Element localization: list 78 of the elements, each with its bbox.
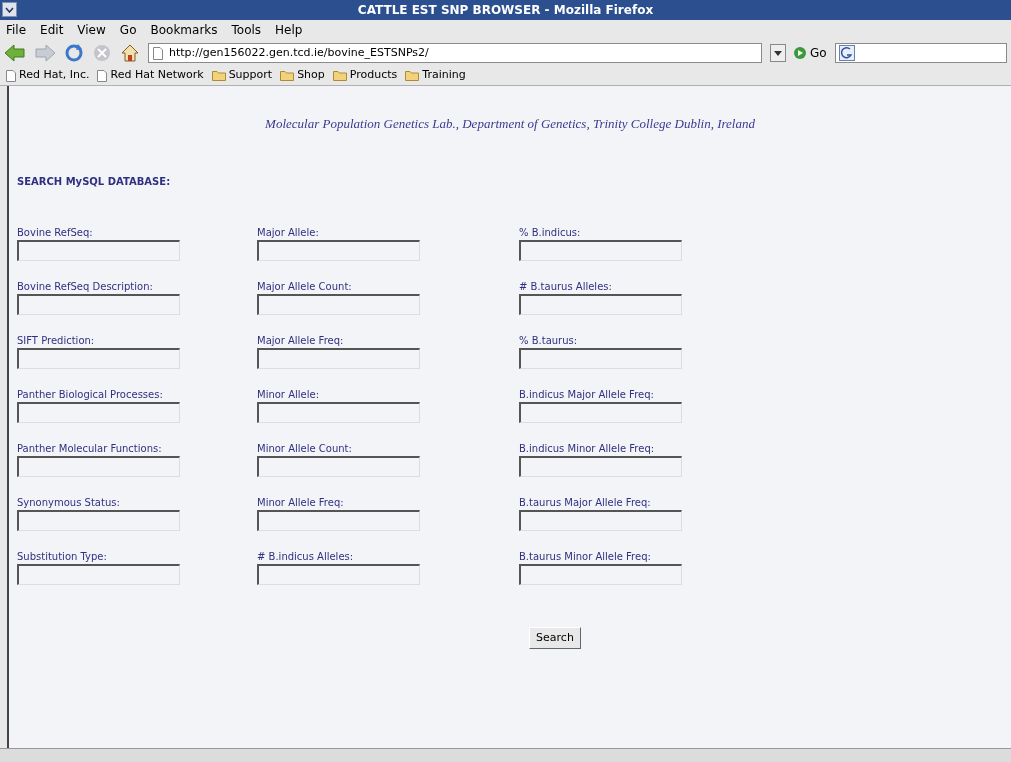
back-arrow-icon[interactable] (4, 44, 26, 62)
menu-item[interactable]: Tools (231, 21, 262, 39)
field-label: Minor Allele: (257, 387, 319, 402)
reload-icon[interactable] (64, 43, 84, 63)
input-field[interactable] (17, 455, 180, 477)
field-label: Minor Allele Count: (257, 441, 352, 456)
folder-icon (211, 70, 226, 81)
dropdown-button[interactable] (770, 44, 786, 62)
input-field[interactable] (17, 509, 180, 531)
field-label: # B.indicus Alleles: (257, 549, 354, 564)
folder-icon (405, 70, 420, 81)
menu-item[interactable]: Edit (40, 21, 64, 39)
window-menu-button[interactable] (2, 2, 17, 17)
address-field[interactable]: http://gen156022.gen.tcd.ie/bovine_ESTSNPs2/ (148, 43, 762, 63)
field-label: Synonymous Status: (17, 495, 120, 510)
caret-icon (5, 6, 14, 13)
field-label: B.indicus Major Allele Freq: (519, 387, 654, 402)
bookmark-item[interactable]: Support (211, 67, 273, 84)
input-field[interactable] (257, 293, 420, 315)
input-field[interactable] (519, 509, 682, 531)
input-field[interactable] (17, 563, 180, 585)
input-field[interactable] (257, 347, 420, 369)
bookmark-item[interactable]: Shop (280, 67, 325, 84)
field-label: % B.indicus: (519, 225, 581, 240)
input-field[interactable] (519, 239, 682, 261)
field-label: % B.taurus: (519, 333, 578, 348)
search-button[interactable]: Search (529, 626, 581, 649)
menu-item[interactable]: Go (119, 21, 137, 39)
input-field[interactable] (257, 455, 420, 477)
input-field[interactable] (257, 239, 420, 261)
input-field[interactable] (519, 401, 682, 423)
input-field[interactable] (17, 293, 180, 315)
input-field[interactable] (519, 293, 682, 315)
input-field[interactable] (17, 239, 180, 261)
caret-icon (774, 50, 782, 56)
field-label: Bovine RefSeq Description: (17, 279, 153, 294)
field-label: Major Allele: (257, 225, 319, 240)
field-label: B.taurus Major Allele Freq: (519, 495, 651, 510)
input-field[interactable] (519, 563, 682, 585)
field-label: B.indicus Minor Allele Freq: (519, 441, 655, 456)
page-icon (153, 46, 163, 60)
search-field[interactable] (834, 43, 1007, 63)
search-engine-icon (838, 45, 855, 61)
menu-item[interactable]: Help (275, 21, 303, 39)
menu-item[interactable]: View (77, 21, 106, 39)
field-label: Panther Molecular Functions: (17, 441, 162, 456)
home-icon[interactable] (120, 43, 140, 63)
input-field[interactable] (257, 509, 420, 531)
bookmark-item[interactable]: Products (332, 67, 398, 84)
menu-item[interactable]: Bookmarks (150, 21, 218, 39)
window-title: CATTLE EST SNP BROWSER - Mozilla Firefox (357, 2, 654, 19)
input-field[interactable] (17, 401, 180, 423)
bookmark-item[interactable]: Red Hat, Inc. (6, 67, 90, 84)
folder-icon (332, 70, 347, 81)
page-icon (97, 69, 108, 82)
field-label: Panther Biological Processes: (17, 387, 163, 402)
input-field[interactable] (17, 347, 180, 369)
folder-icon (280, 70, 295, 81)
url-text: http://gen156022.gen.tcd.ie/bovine_ESTSNPs2/ (169, 44, 429, 61)
section-heading: SEARCH MySQL DATABASE: (17, 174, 171, 189)
field-label: B.taurus Minor Allele Freq: (519, 549, 651, 564)
field-label: # B.taurus Alleles: (519, 279, 612, 294)
lab-header: Molecular Population Genetics Lab., Department of Genetics, Trinity College Dublin, Ireland (264, 115, 756, 133)
field-label: Bovine RefSeq: (17, 225, 93, 240)
menu-item[interactable]: File (6, 21, 27, 39)
bookmark-item[interactable]: Red Hat Network (97, 67, 204, 84)
go-button[interactable]: Go (794, 44, 827, 62)
field-label: Minor Allele Freq: (257, 495, 344, 510)
field-label: SIFT Prediction: (17, 333, 95, 348)
input-field[interactable] (257, 401, 420, 423)
bookmark-item[interactable]: Training (405, 67, 466, 84)
page-icon (6, 69, 16, 82)
input-field[interactable] (519, 347, 682, 369)
field-label: Major Allele Count: (257, 279, 352, 294)
input-field[interactable] (257, 563, 420, 585)
field-label: Substitution Type: (17, 549, 107, 564)
input-field[interactable] (519, 455, 682, 477)
field-label: Major Allele Freq: (257, 333, 344, 348)
